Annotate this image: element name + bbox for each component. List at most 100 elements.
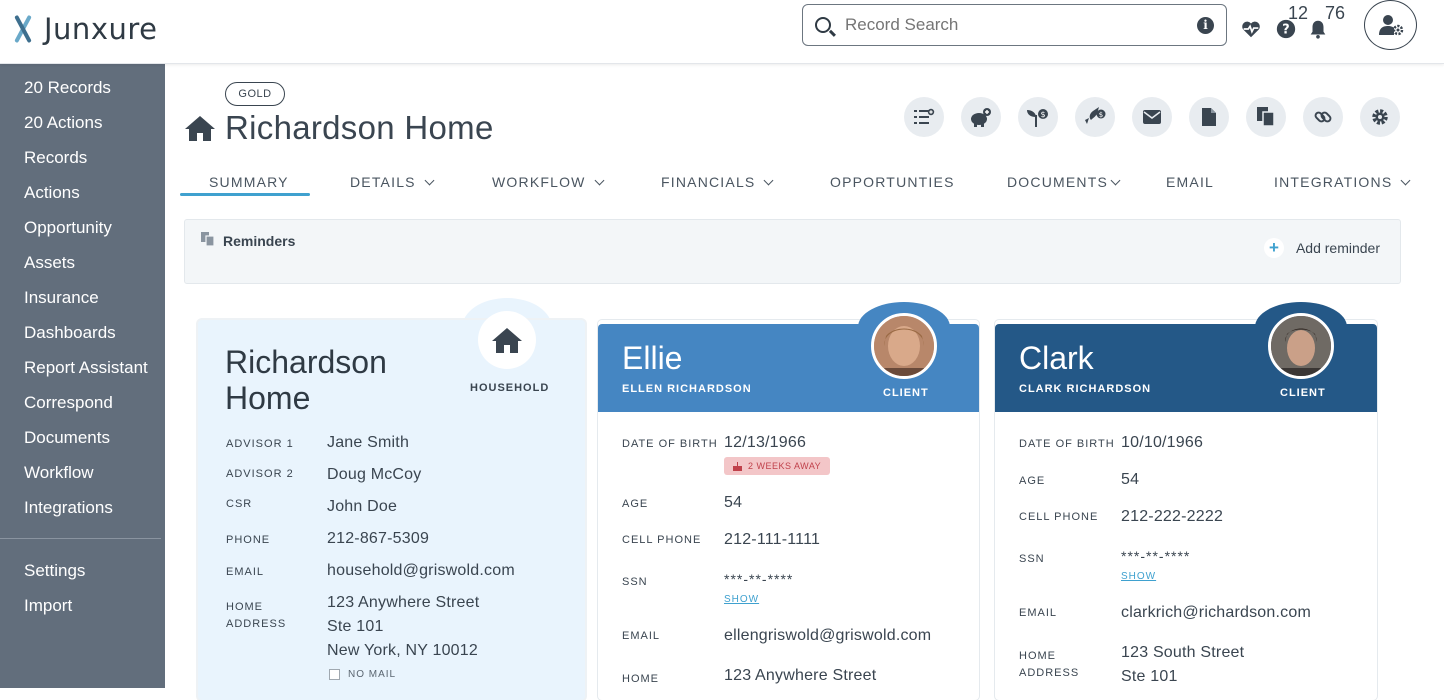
- clark-ssn-show-link[interactable]: SHOW: [1121, 571, 1156, 582]
- info-icon[interactable]: i: [1197, 17, 1214, 34]
- chevron-down-icon: [424, 175, 435, 185]
- clark-address-line2: Ste 101: [1121, 668, 1178, 685]
- chevron-down-icon: [764, 175, 774, 185]
- user-gear-icon: [1378, 15, 1403, 36]
- sidebar-item-correspond[interactable]: Correspond: [24, 393, 113, 413]
- sidebar-item-workflow[interactable]: Workflow: [24, 463, 94, 483]
- tab-opportunities[interactable]: OPPORTUNTIES: [830, 174, 955, 190]
- ellie-cell-value[interactable]: 212-111-1111: [724, 528, 820, 552]
- search-icon: [815, 17, 831, 33]
- tab-email-label: EMAIL: [1166, 174, 1215, 190]
- help-count: 12: [1288, 3, 1309, 23]
- sidebar-item-insurance[interactable]: Insurance: [24, 288, 99, 308]
- clark-cell-value[interactable]: 212-222-2222: [1121, 505, 1223, 529]
- tab-integrations[interactable]: INTEGRATIONS: [1274, 174, 1411, 190]
- advisor2-label: ADVISOR 2: [226, 468, 294, 480]
- document-button[interactable]: [1189, 97, 1229, 137]
- clark-address-line1: 123 South Street: [1121, 644, 1245, 661]
- csr-label: CSR: [226, 498, 253, 510]
- chevron-down-icon: [1110, 175, 1121, 185]
- tab-email[interactable]: EMAIL: [1166, 174, 1214, 190]
- add-reminder-button[interactable]: + Add reminder: [1263, 238, 1380, 258]
- sidebar-item-actions[interactable]: Actions: [24, 183, 80, 203]
- sidebar-item-settings[interactable]: Settings: [24, 561, 85, 581]
- sidebar-item-20-records[interactable]: 20 Records: [24, 78, 111, 98]
- advisor1-label: ADVISOR 1: [226, 438, 294, 450]
- address-line2: Ste 101: [327, 618, 384, 635]
- sidebar-item-documents[interactable]: Documents: [24, 428, 110, 448]
- clark-ssn-label: SSN: [1019, 553, 1045, 565]
- tab-workflow[interactable]: WORKFLOW: [492, 174, 605, 190]
- clark-age-label: AGE: [1019, 475, 1046, 487]
- search-input[interactable]: [845, 15, 1185, 35]
- avatar-photo: [1271, 316, 1331, 376]
- email-button[interactable]: [1132, 97, 1172, 137]
- cake-icon: [733, 461, 742, 471]
- household-name-line1: Richardson: [225, 344, 387, 380]
- clark-ssn-value: ***-**-****: [1121, 548, 1191, 564]
- ellie-home-value: 123 Anywhere Street: [724, 667, 877, 684]
- advisor2-value: Doug McCoy: [327, 466, 422, 483]
- checkbox-icon[interactable]: [329, 669, 340, 680]
- sidebar-item-import[interactable]: Import: [24, 596, 72, 616]
- clark-email-value[interactable]: clarkrich@richardson.com: [1121, 601, 1311, 625]
- ellie-name: Ellie: [622, 340, 683, 376]
- piggy-bank-add-icon: [971, 108, 991, 127]
- sidebar-item-20-actions[interactable]: 20 Actions: [24, 113, 102, 133]
- sidebar-item-assets[interactable]: Assets: [24, 253, 75, 273]
- svg-text:$: $: [1099, 111, 1103, 119]
- ellie-ssn-show-link[interactable]: SHOW: [724, 594, 759, 605]
- tab-details[interactable]: DETAILS: [350, 174, 435, 190]
- clark-age-value: 54: [1121, 471, 1140, 488]
- money-plant-icon: $: [1027, 109, 1048, 127]
- ellie-age-label: AGE: [622, 498, 649, 510]
- no-mail-label: NO MAIL: [348, 669, 397, 680]
- link-icon: [1314, 111, 1332, 123]
- sidebar-item-records[interactable]: Records: [24, 148, 87, 168]
- settings-button[interactable]: [1360, 97, 1400, 137]
- svg-text:$: $: [1040, 110, 1045, 119]
- add-opportunity-button[interactable]: $: [1018, 97, 1058, 137]
- sidebar-item-opportunity[interactable]: Opportunity: [24, 218, 112, 238]
- sidebar-item-report-assistant[interactable]: Report Assistant: [24, 358, 148, 378]
- address-line3: New York, NY 10012: [327, 642, 478, 659]
- no-mail-checkbox[interactable]: NO MAIL: [329, 669, 396, 680]
- user-settings-button[interactable]: [1364, 0, 1417, 50]
- ellie-ssn-label: SSN: [622, 576, 648, 588]
- page-title: Richardson Home: [225, 109, 494, 146]
- clark-address-label-2: ADDRESS: [1019, 667, 1080, 679]
- ellie-full-name: ELLEN RICHARDSON: [622, 383, 752, 395]
- financial-goal-button[interactable]: $: [1075, 97, 1115, 137]
- clark-dob-label: DATE OF BIRTH: [1019, 438, 1115, 450]
- reminders-title: Reminders: [223, 233, 296, 249]
- household-name: Richardson Home: [225, 344, 455, 416]
- record-search[interactable]: i: [802, 4, 1227, 46]
- copy-document-icon: [1257, 107, 1275, 127]
- csr-value: John Doe: [327, 498, 398, 515]
- app-logo[interactable]: Junxure: [12, 12, 157, 46]
- sidebar-item-dashboards[interactable]: Dashboards: [24, 323, 116, 343]
- tab-summary[interactable]: SUMMARY: [209, 174, 289, 190]
- notification-count: 76: [1325, 3, 1346, 23]
- ellie-avatar[interactable]: [871, 313, 937, 379]
- clark-avatar[interactable]: [1268, 313, 1334, 379]
- tab-documents[interactable]: DOCUMENTS: [1007, 174, 1121, 190]
- copy-document-button[interactable]: [1246, 97, 1286, 137]
- add-reminder-label: Add reminder: [1295, 240, 1380, 256]
- rocket-money-icon: $: [1085, 107, 1106, 125]
- tab-integrations-label: INTEGRATIONS: [1274, 174, 1393, 190]
- sidebar-item-integrations[interactable]: Integrations: [24, 498, 113, 518]
- add-asset-button[interactable]: [961, 97, 1001, 137]
- heart-pulse-icon[interactable]: [1240, 18, 1262, 40]
- ellie-email-value[interactable]: ellengriswold@griswold.com: [724, 624, 931, 648]
- tab-financials[interactable]: FINANCIALS: [661, 174, 774, 190]
- phone-value[interactable]: 212-867-5309: [327, 527, 429, 551]
- ellie-role: CLIENT: [883, 387, 929, 399]
- chevron-down-icon: [594, 175, 605, 185]
- link-button[interactable]: [1303, 97, 1343, 137]
- active-tab-indicator: [180, 193, 310, 196]
- ellie-dob-value: 12/13/1966: [724, 434, 807, 451]
- email-value[interactable]: household@griswold.com: [327, 559, 515, 583]
- sidebar: 20 Records 20 Actions Records Actions Op…: [0, 64, 165, 688]
- task-list-button[interactable]: [904, 97, 944, 137]
